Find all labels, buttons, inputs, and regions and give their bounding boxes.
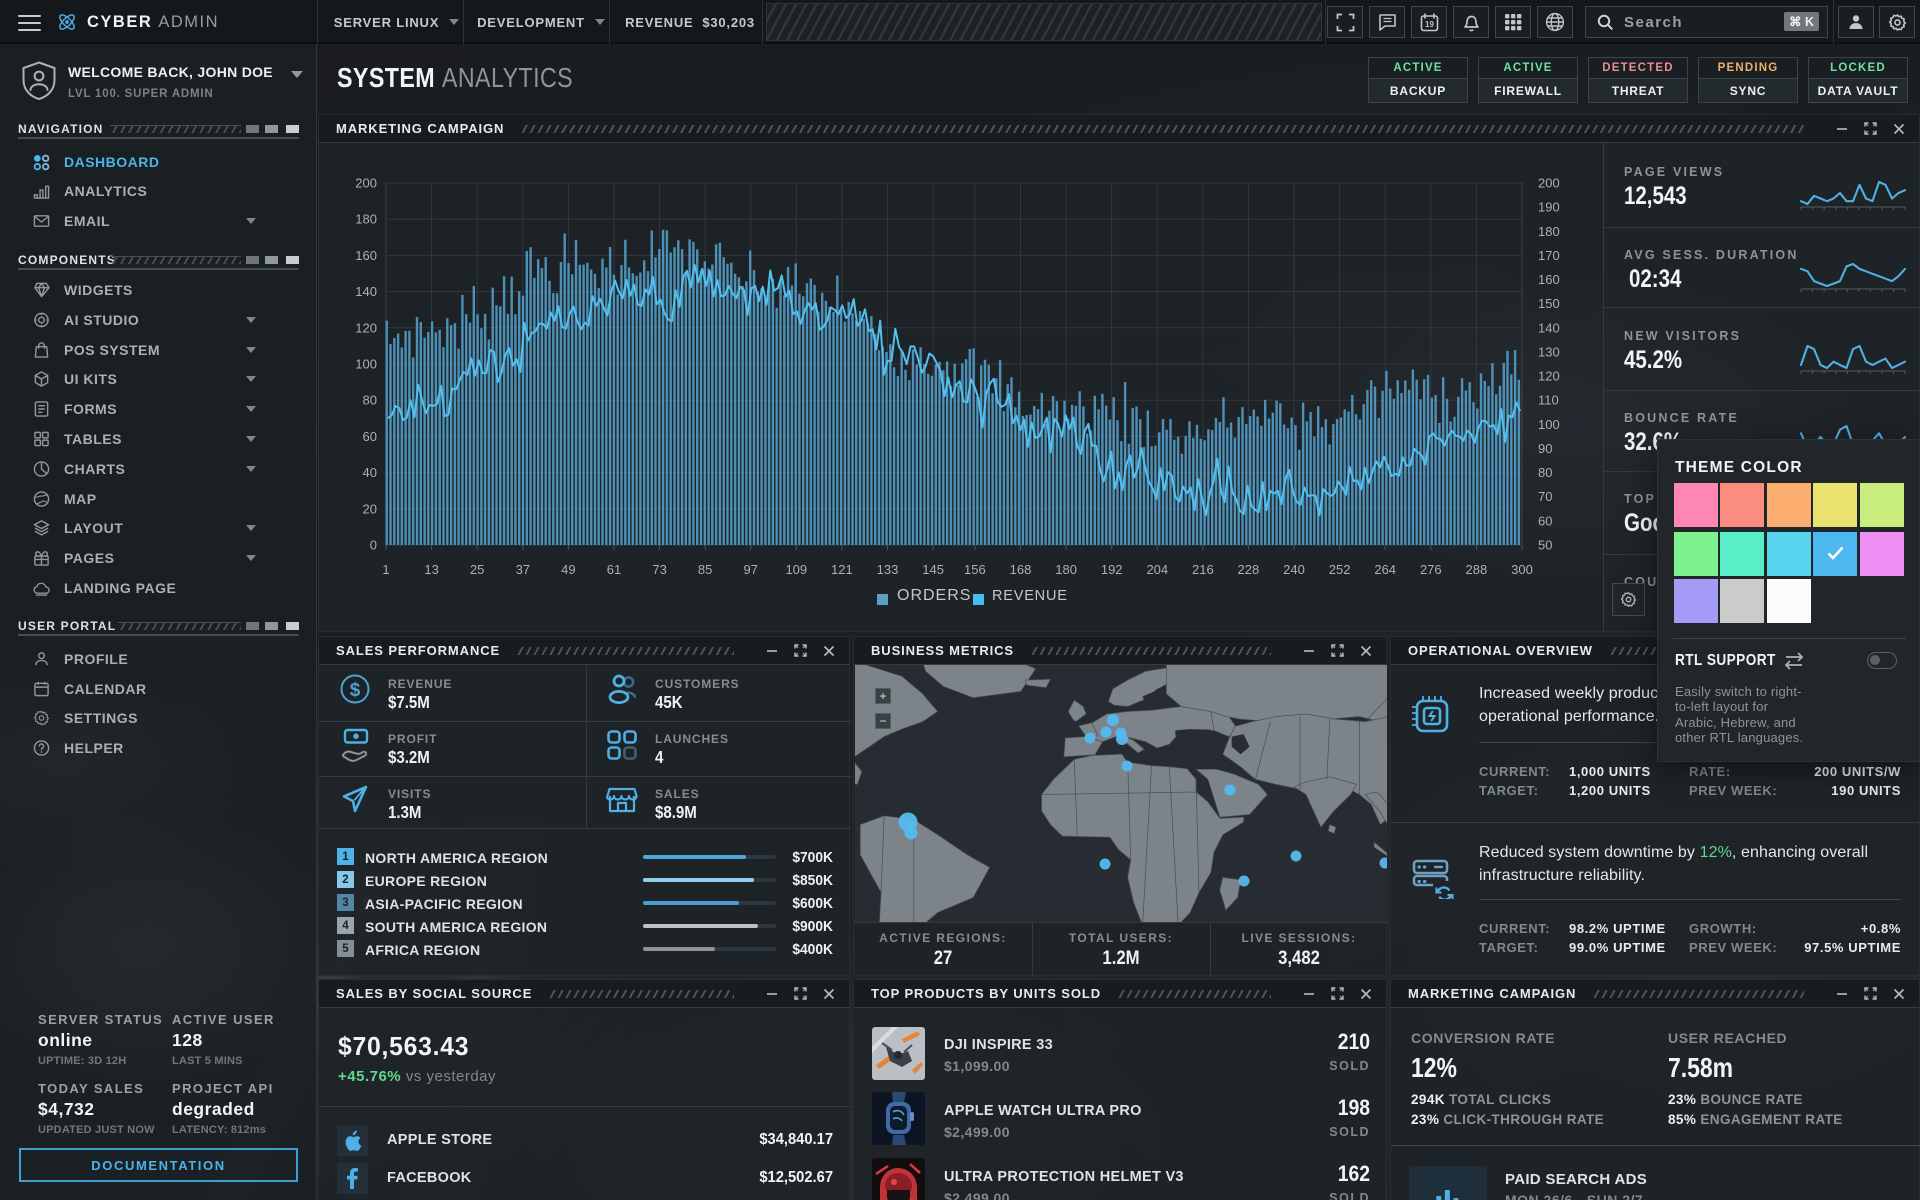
svg-text:180: 180 xyxy=(355,212,377,227)
svg-text:288: 288 xyxy=(1466,562,1488,577)
svg-text:120: 120 xyxy=(355,320,377,335)
svg-text:13: 13 xyxy=(424,562,438,577)
svg-text:180: 180 xyxy=(1538,224,1560,239)
svg-text:73: 73 xyxy=(652,562,666,577)
svg-text:190: 190 xyxy=(1538,200,1560,215)
svg-text:180: 180 xyxy=(1055,562,1077,577)
svg-text:145: 145 xyxy=(922,562,944,577)
svg-text:50: 50 xyxy=(1538,538,1552,553)
svg-text:80: 80 xyxy=(363,393,377,408)
svg-text:90: 90 xyxy=(1538,441,1552,456)
svg-text:1: 1 xyxy=(382,562,389,577)
svg-text:40: 40 xyxy=(363,465,377,480)
svg-text:140: 140 xyxy=(355,284,377,299)
svg-text:49: 49 xyxy=(561,562,575,577)
svg-text:100: 100 xyxy=(355,357,377,372)
svg-text:228: 228 xyxy=(1238,562,1260,577)
svg-text:85: 85 xyxy=(698,562,712,577)
svg-text:109: 109 xyxy=(785,562,807,577)
svg-text:0: 0 xyxy=(370,538,377,553)
svg-text:133: 133 xyxy=(877,562,899,577)
svg-text:168: 168 xyxy=(1010,562,1032,577)
svg-text:170: 170 xyxy=(1538,248,1560,263)
svg-text:100: 100 xyxy=(1538,417,1560,432)
svg-text:216: 216 xyxy=(1192,562,1214,577)
svg-text:110: 110 xyxy=(1538,393,1559,408)
svg-text:150: 150 xyxy=(1538,296,1560,311)
svg-text:300: 300 xyxy=(1511,562,1533,577)
svg-text:25: 25 xyxy=(470,562,484,577)
svg-text:70: 70 xyxy=(1538,489,1552,504)
svg-text:37: 37 xyxy=(516,562,530,577)
svg-text:192: 192 xyxy=(1101,562,1123,577)
svg-text:160: 160 xyxy=(1538,272,1560,287)
svg-text:$: $ xyxy=(350,680,361,701)
svg-text:204: 204 xyxy=(1146,562,1168,577)
svg-text:120: 120 xyxy=(1538,369,1560,384)
svg-text:61: 61 xyxy=(607,562,621,577)
svg-text:200: 200 xyxy=(355,176,377,191)
svg-text:276: 276 xyxy=(1420,562,1442,577)
svg-text:60: 60 xyxy=(1538,513,1552,528)
svg-text:140: 140 xyxy=(1538,320,1560,335)
svg-text:97: 97 xyxy=(743,562,757,577)
svg-text:156: 156 xyxy=(964,562,986,577)
svg-text:19: 19 xyxy=(1425,20,1434,29)
svg-text:240: 240 xyxy=(1283,562,1305,577)
svg-text:130: 130 xyxy=(1538,344,1560,359)
svg-text:200: 200 xyxy=(1538,176,1560,191)
svg-text:252: 252 xyxy=(1329,562,1351,577)
svg-text:160: 160 xyxy=(355,248,377,263)
svg-text:121: 121 xyxy=(831,562,853,577)
svg-text:20: 20 xyxy=(363,501,377,516)
svg-text:60: 60 xyxy=(363,429,377,444)
svg-text:264: 264 xyxy=(1374,562,1396,577)
svg-text:80: 80 xyxy=(1538,465,1552,480)
